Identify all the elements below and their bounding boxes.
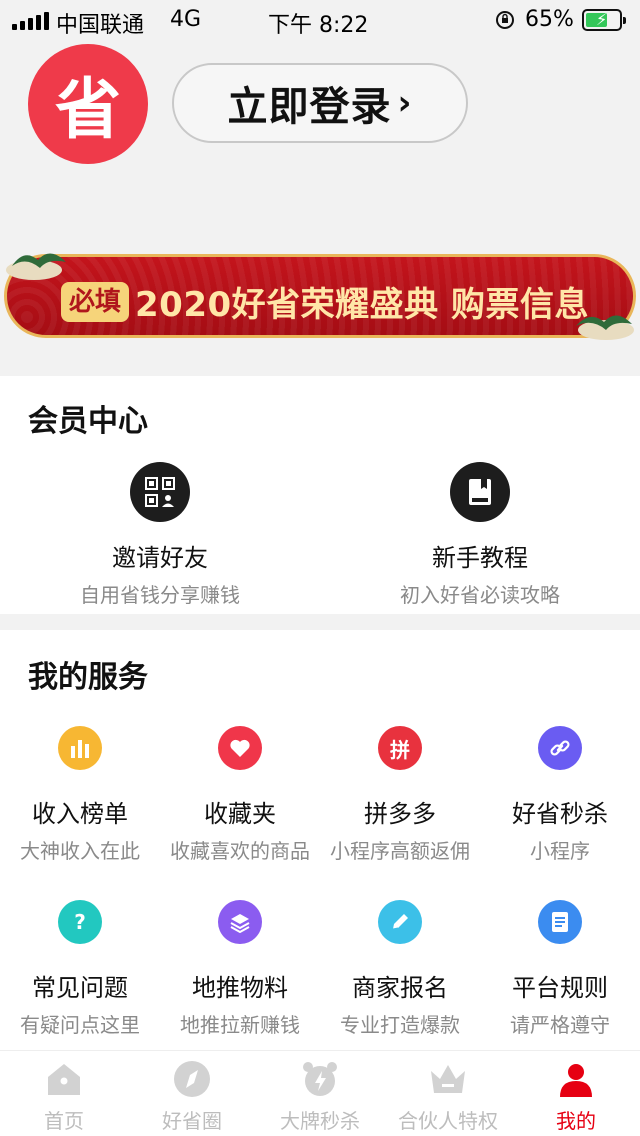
my-services-title: 我的服务 (28, 660, 148, 695)
service-name: 收入榜单 (32, 800, 128, 828)
tab-label: 我的 (556, 1109, 596, 1133)
service-desc: 专业打造爆款 (340, 1013, 460, 1037)
service-faq[interactable]: ? 常见问题 有疑问点这里 (0, 900, 160, 1038)
book-icon (450, 462, 510, 522)
pencil-icon (378, 900, 422, 944)
pinduoduo-icon: 拼 (378, 726, 422, 770)
invite-friends-item[interactable]: 邀请好友 自用省钱分享赚钱 (0, 462, 320, 608)
banner-tag: 必填 (61, 282, 130, 322)
home-icon (42, 1057, 86, 1101)
chevron-right-icon: › (397, 83, 413, 123)
member-item-desc: 自用省钱分享赚钱 (80, 583, 240, 607)
tab-mine[interactable]: 我的 (512, 1051, 640, 1136)
heart-icon (218, 726, 262, 770)
bar-chart-icon (58, 726, 102, 770)
tab-label: 首页 (44, 1109, 84, 1133)
compass-icon (170, 1057, 214, 1101)
promo-banner[interactable]: 必填 2020好省荣耀盛典 购票信息 (0, 244, 640, 346)
bottom-tab-bar: 首页 好省圈 大牌秒杀 合伙人特权 我的 (0, 1050, 640, 1136)
login-label: 立即登录 (227, 84, 392, 130)
my-services-card: 我的服务 收入榜单 大神收入在此 收藏夹 收藏喜欢的商品 拼 拼多多 小程序高额… (0, 630, 640, 1050)
tab-label: 好省圈 (162, 1109, 222, 1133)
profile-icon (554, 1057, 598, 1101)
battery-percent: 65% (525, 7, 574, 32)
member-center-card: 会员中心 邀请好友 自用省钱分享赚钱 新手教程 初入好省必读攻略 (0, 376, 640, 614)
service-name: 拼多多 (364, 800, 436, 828)
service-name: 平台规则 (512, 974, 608, 1002)
tab-circle[interactable]: 好省圈 (128, 1051, 256, 1136)
banner-band: 必填 2020好省荣耀盛典 购票信息 (4, 254, 636, 338)
service-name: 常见问题 (32, 974, 128, 1002)
service-desc: 收藏喜欢的商品 (170, 839, 310, 863)
service-pinduoduo[interactable]: 拼 拼多多 小程序高额返佣 (320, 726, 480, 864)
member-center-title: 会员中心 (28, 404, 148, 439)
network-type: 4G (170, 7, 202, 32)
tab-label: 合伙人特权 (398, 1109, 498, 1133)
cellular-signal-icon (12, 12, 49, 30)
pine-decoration-icon (576, 315, 634, 340)
tab-label: 大牌秒杀 (280, 1109, 360, 1133)
link-icon (538, 726, 582, 770)
status-bar: 中国联通 4G 下午 8:22 65% ⚡ (0, 0, 640, 42)
crown-icon (426, 1057, 470, 1101)
service-desc: 地推拉新赚钱 (180, 1013, 300, 1037)
service-income-ranking[interactable]: 收入榜单 大神收入在此 (0, 726, 160, 864)
service-desc: 小程序高额返佣 (330, 839, 470, 863)
service-platform-rules[interactable]: 平台规则 请严格遵守 (480, 900, 640, 1038)
service-merchant-signup[interactable]: 商家报名 专业打造爆款 (320, 900, 480, 1038)
carrier-name: 中国联通 (56, 13, 145, 38)
service-favorites[interactable]: 收藏夹 收藏喜欢的商品 (160, 726, 320, 864)
member-item-name: 新手教程 (432, 544, 528, 572)
tab-home[interactable]: 首页 (0, 1051, 128, 1136)
question-glyph: ? (74, 910, 86, 934)
tab-brand-flash-sale[interactable]: 大牌秒杀 (256, 1051, 384, 1136)
qr-code-icon (130, 462, 190, 522)
service-name: 商家报名 (352, 974, 448, 1002)
status-time: 下午 8:22 (268, 13, 369, 38)
banner-title: 2020好省荣耀盛典 购票信息 (135, 285, 589, 325)
service-desc: 有疑问点这里 (20, 1013, 140, 1037)
service-desc: 大神收入在此 (20, 839, 140, 863)
logo-char: 省 (55, 71, 121, 148)
pine-decoration-icon (6, 253, 66, 280)
battery-icon: ⚡ (582, 9, 626, 31)
tab-partner-privileges[interactable]: 合伙人特权 (384, 1051, 512, 1136)
document-icon (538, 900, 582, 944)
member-item-name: 邀请好友 (112, 544, 208, 572)
service-name: 收藏夹 (204, 800, 276, 828)
login-button[interactable]: 立即登录 › (172, 63, 468, 143)
service-desc: 请严格遵守 (510, 1013, 610, 1037)
service-name: 地推物料 (192, 974, 288, 1002)
layers-icon (218, 900, 262, 944)
service-name: 好省秒杀 (512, 800, 608, 828)
member-item-desc: 初入好省必读攻略 (400, 583, 560, 607)
service-desc: 小程序 (530, 839, 590, 863)
alarm-clock-icon (298, 1057, 342, 1101)
app-logo[interactable]: 省 (28, 44, 148, 164)
tutorial-item[interactable]: 新手教程 初入好省必读攻略 (320, 462, 640, 608)
pinduoduo-glyph: 拼 (390, 737, 410, 762)
question-icon: ? (58, 900, 102, 944)
service-promo-materials[interactable]: 地推物料 地推拉新赚钱 (160, 900, 320, 1038)
rotation-lock-icon (496, 11, 514, 29)
service-flash-sale[interactable]: 好省秒杀 小程序 (480, 726, 640, 864)
